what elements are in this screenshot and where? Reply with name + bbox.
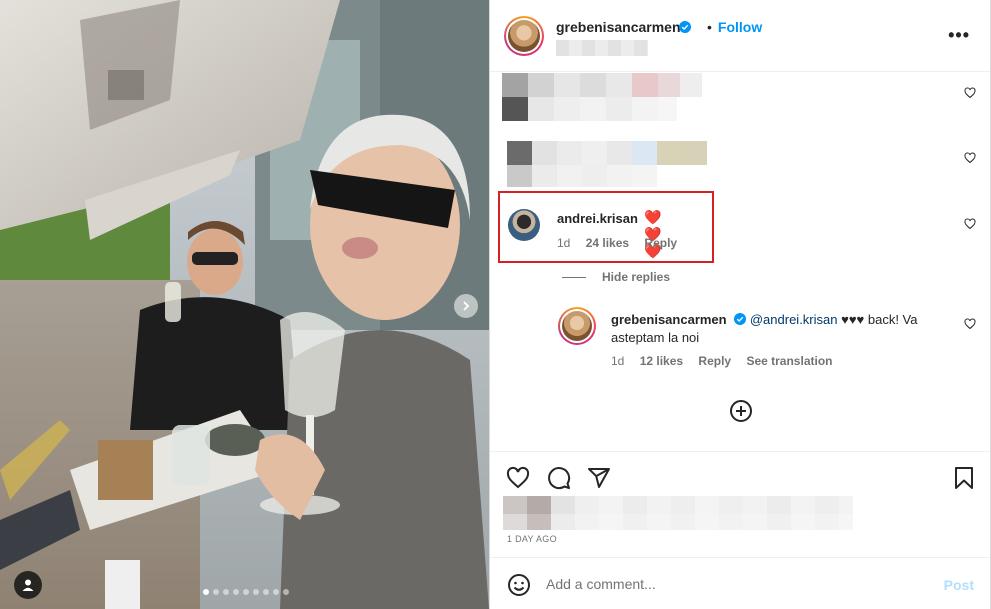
like-comment-heart-icon[interactable] [964,152,976,164]
redacted-comment-line [502,97,677,121]
reply-author-avatar[interactable] [558,307,596,345]
post-comment-button[interactable]: Post [944,577,974,593]
hide-replies-button[interactable]: Hide replies [562,270,670,284]
comment-age: 1d [557,236,571,250]
comment-input[interactable] [546,576,906,592]
commenter-avatar[interactable] [508,209,540,241]
reply-text: grebenisancarmen @andrei.krisan ♥♥♥ back… [611,311,941,347]
commenter-username[interactable]: andrei.krisan [557,211,638,226]
user-icon [22,579,34,591]
carousel-dot [223,589,229,595]
post-sidebar: grebenisancarmen • Follow ••• andrei.kris… [489,0,991,609]
post-timestamp[interactable]: 1 DAY AGO [507,534,557,544]
carousel-dot [273,589,279,595]
author-avatar[interactable] [504,16,544,56]
redacted-likes-line [503,514,853,530]
more-options-button[interactable]: ••• [948,25,970,46]
add-comment-bar: Post [490,557,990,609]
separator-dot: • [707,19,712,35]
redacted-likes-line [503,496,853,514]
like-reply-heart-icon[interactable] [964,318,976,330]
post-header: grebenisancarmen • Follow ••• [490,0,990,72]
comment-meta: 1d 24 likes Reply [557,236,677,250]
reply-meta: 1d 12 likes Reply See translation [611,354,832,368]
author-username[interactable]: grebenisancarmen [556,19,681,35]
chevron-right-icon [463,301,470,311]
redacted-comment-line [507,141,707,165]
redacted-comment-line [502,73,702,97]
see-translation-button[interactable]: See translation [746,354,832,368]
reply-username[interactable]: grebenisancarmen [611,312,727,327]
next-photo-button[interactable] [454,294,478,318]
emoji-icon[interactable] [507,573,531,597]
post-actions: 1 DAY AGO [490,451,990,557]
share-icon[interactable] [587,466,611,490]
follow-label[interactable]: Follow [718,19,762,35]
post-photo[interactable] [0,0,489,609]
carousel-dot [243,589,249,595]
comment-text: ❤️❤️❤️ [644,209,663,259]
comment-icon[interactable] [547,466,571,490]
reply-likes[interactable]: 12 likes [640,354,683,368]
reply-reply-button[interactable]: Reply [698,354,731,368]
carousel-indicator [203,589,289,595]
carousel-dot [233,589,239,595]
carousel-dot [253,589,259,595]
follow-button[interactable]: • Follow [707,19,762,35]
author-subtitle-redacted [556,40,648,56]
like-comment-heart-icon[interactable] [964,218,976,230]
carousel-dot [263,589,269,595]
save-bookmark-icon[interactable] [952,466,976,490]
verified-badge-icon [679,21,691,33]
carousel-dot [203,589,209,595]
photo-image [0,0,489,609]
like-comment-heart-icon[interactable] [964,87,976,99]
tagged-users-button[interactable] [14,571,42,599]
verified-badge-icon [734,313,747,325]
comment-reply-button[interactable]: Reply [644,236,677,250]
carousel-dot [283,589,289,595]
comment-likes[interactable]: 24 likes [586,236,629,250]
carousel-dot [213,589,219,595]
divider-line [562,276,586,278]
like-heart-icon[interactable] [506,466,530,490]
reply-age: 1d [611,354,625,368]
reply-mention-link[interactable]: @andrei.krisan [750,312,838,327]
load-more-comments-icon[interactable] [729,399,753,423]
redacted-comment-line [507,165,657,187]
hide-replies-label[interactable]: Hide replies [602,270,670,284]
